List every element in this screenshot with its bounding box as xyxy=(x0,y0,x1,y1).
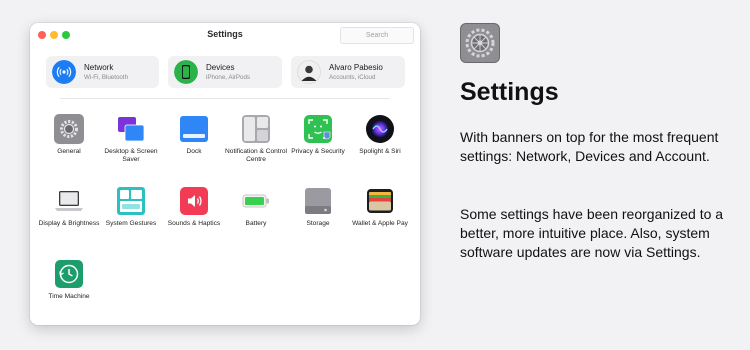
account-banner[interactable]: Alvaro Pabesio Accounts, iCloud xyxy=(291,56,405,88)
network-banner[interactable]: Network Wi-Fi, Bluetooth xyxy=(46,56,159,88)
info-heading: Settings xyxy=(460,78,559,106)
desktop-label: Desktop & Screen Saver xyxy=(104,148,158,163)
account-title: Alvaro Pabesio xyxy=(329,63,383,72)
devices-banner[interactable]: Devices iPhone, AirPods xyxy=(168,56,282,88)
storage-icon xyxy=(303,186,333,216)
devices-title: Devices xyxy=(206,63,235,72)
gestures-icon xyxy=(116,186,146,216)
notification-icon xyxy=(241,114,271,144)
settings-storage[interactable]: Storage xyxy=(285,186,351,228)
settings-desktop-screensaver[interactable]: Desktop & Screen Saver xyxy=(98,114,164,164)
wallet-label: Wallet & Apple Pay xyxy=(352,220,408,227)
battery-label: Battery xyxy=(245,220,267,227)
general-label: General xyxy=(57,148,81,155)
desktop-icon xyxy=(116,114,146,144)
dock-icon xyxy=(179,114,209,144)
face-id-icon xyxy=(303,114,333,144)
wifi-icon xyxy=(52,60,76,84)
divider xyxy=(60,98,390,99)
settings-privacy-security[interactable]: Privacy & Security xyxy=(285,114,351,156)
settings-spotlight-siri[interactable]: Spolight & Siri xyxy=(347,114,413,156)
privacy-label: Privacy & Security xyxy=(291,148,345,155)
time-machine-label: Time Machine xyxy=(48,293,90,300)
speaker-icon xyxy=(179,186,209,216)
siri-icon xyxy=(365,114,395,144)
battery-icon xyxy=(241,186,271,216)
time-machine-icon xyxy=(54,259,84,289)
info-paragraph-1: With banners on top for the most frequen… xyxy=(460,129,719,164)
gestures-label: System Gestures xyxy=(105,220,157,227)
phone-icon xyxy=(174,60,198,84)
sounds-label: Sounds & Haptics xyxy=(167,220,221,227)
dock-label: Dock xyxy=(186,148,202,155)
settings-sounds-haptics[interactable]: Sounds & Haptics xyxy=(161,186,227,228)
settings-dock[interactable]: Dock xyxy=(161,114,227,156)
info-paragraph-2: Some settings have been reorganized to a… xyxy=(460,206,724,260)
wallet-icon xyxy=(365,186,395,216)
settings-general[interactable]: General xyxy=(36,114,102,156)
search-field[interactable]: Search xyxy=(340,27,414,44)
laptop-icon xyxy=(54,186,84,216)
gear-icon xyxy=(54,114,84,144)
storage-label: Storage xyxy=(306,220,330,227)
settings-battery[interactable]: Battery xyxy=(223,186,289,228)
settings-window: Settings Search Network Wi-Fi, Bluetooth xyxy=(30,23,420,325)
display-label: Display & Brightness xyxy=(38,220,100,227)
settings-time-machine[interactable]: Time Machine xyxy=(36,259,102,301)
avatar xyxy=(297,60,321,84)
settings-system-gestures[interactable]: System Gestures xyxy=(98,186,164,228)
network-subtitle: Wi-Fi, Bluetooth xyxy=(84,74,129,81)
settings-display-brightness[interactable]: Display & Brightness xyxy=(36,186,102,228)
account-subtitle: Accounts, iCloud xyxy=(329,74,376,81)
settings-notification-control[interactable]: Notification & Control Centre xyxy=(223,114,289,164)
settings-wallet-applepay[interactable]: Wallet & Apple Pay xyxy=(347,186,413,228)
siri-label: Spolight & Siri xyxy=(359,148,401,155)
title-bar: Settings Search xyxy=(30,23,420,47)
notification-label: Notification & Control Centre xyxy=(225,148,287,163)
network-title: Network xyxy=(84,63,114,72)
devices-subtitle: iPhone, AirPods xyxy=(206,74,251,81)
settings-app-icon xyxy=(460,23,500,63)
